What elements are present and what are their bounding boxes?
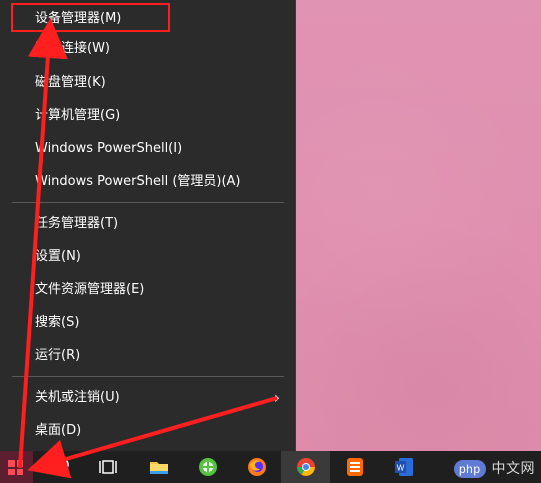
- menu-item-disk-management[interactable]: 磁盘管理(K): [0, 66, 296, 99]
- start-button[interactable]: [0, 451, 33, 483]
- winx-context-menu: 设备管理器(M) 网络连接(W) 磁盘管理(K) 计算机管理(G) Window…: [0, 0, 296, 451]
- firefox-icon: [247, 458, 266, 476]
- menu-divider: [12, 376, 284, 377]
- menu-item-label: 文件资源管理器(E): [35, 282, 145, 297]
- orange-app-icon: [346, 458, 363, 476]
- search-button[interactable]: [36, 451, 85, 483]
- task-view-button[interactable]: [84, 451, 133, 483]
- task-view-icon: [98, 460, 117, 474]
- menu-item-label: 桌面(D): [35, 423, 82, 438]
- menu-item-run[interactable]: 运行(R): [0, 339, 296, 372]
- chevron-right-icon: ›: [273, 388, 281, 407]
- browser-360-taskbar-button[interactable]: [183, 451, 232, 483]
- file-explorer-taskbar-button[interactable]: [134, 451, 183, 483]
- menu-item-label: 网络连接(W): [35, 41, 110, 56]
- menu-item-computer-management[interactable]: 计算机管理(G): [0, 99, 296, 132]
- menu-item-network-connections[interactable]: 网络连接(W): [0, 32, 296, 65]
- firefox-taskbar-button[interactable]: [232, 451, 281, 483]
- menu-item-label: 设备管理器(M): [35, 11, 122, 26]
- watermark-text: 中文网: [491, 460, 535, 476]
- menu-item-powershell[interactable]: Windows PowerShell(I): [0, 132, 296, 165]
- menu-item-search[interactable]: 搜索(S): [0, 306, 296, 339]
- menu-item-label: 磁盘管理(K): [35, 75, 106, 90]
- windows-logo-icon: [8, 460, 23, 475]
- menu-item-label: 关机或注销(U): [35, 390, 120, 405]
- menu-item-powershell-admin[interactable]: Windows PowerShell (管理员)(A): [0, 165, 296, 198]
- menu-item-desktop[interactable]: 桌面(D): [0, 414, 296, 447]
- php-logo: php: [453, 460, 486, 479]
- menu-item-label: 运行(R): [35, 348, 81, 363]
- word-icon: W: [394, 458, 413, 476]
- menu-item-settings[interactable]: 设置(N): [0, 240, 296, 273]
- menu-item-label: Windows PowerShell (管理员)(A): [35, 174, 241, 189]
- chrome-icon: [296, 458, 315, 476]
- browser-360-icon: [198, 458, 217, 476]
- menu-item-label: 设置(N): [35, 249, 81, 264]
- menu-item-label: 搜索(S): [35, 315, 80, 330]
- word-taskbar-button[interactable]: W: [379, 451, 428, 483]
- menu-item-label: 任务管理器(T): [35, 216, 119, 231]
- menu-item-device-manager[interactable]: 设备管理器(M): [0, 2, 296, 35]
- folder-icon: [149, 462, 168, 474]
- menu-item-shutdown-signout[interactable]: 关机或注销(U) ›: [0, 381, 296, 414]
- svg-text:W: W: [396, 464, 404, 473]
- menu-item-file-explorer[interactable]: 文件资源管理器(E): [0, 273, 296, 306]
- search-icon: [52, 458, 69, 475]
- watermark: php 中文网: [453, 458, 535, 479]
- menu-item-task-manager[interactable]: 任务管理器(T): [0, 207, 296, 240]
- menu-divider: [12, 202, 284, 203]
- chrome-taskbar-button[interactable]: [281, 451, 330, 483]
- menu-item-label: 计算机管理(G): [35, 108, 121, 123]
- orange-app-taskbar-button[interactable]: [330, 451, 379, 483]
- menu-item-label: Windows PowerShell(I): [35, 141, 183, 156]
